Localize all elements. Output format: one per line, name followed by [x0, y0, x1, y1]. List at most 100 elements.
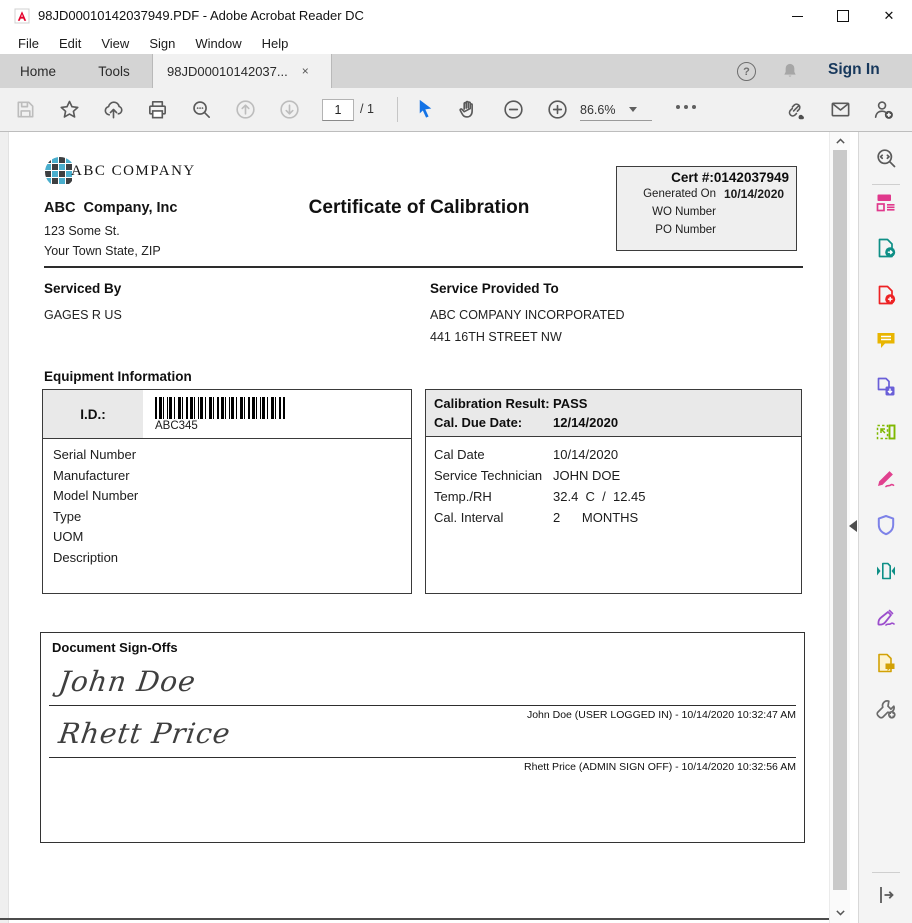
- signature-rhett-price: Rhett Price: [57, 717, 233, 750]
- calibration-details: Cal Date 10/14/2020 Service Technician J…: [426, 437, 801, 528]
- sign-in-button[interactable]: Sign In: [828, 61, 880, 79]
- calibration-header: Calibration Result: PASS Cal. Due Date: …: [426, 390, 801, 437]
- maximize-button[interactable]: [820, 0, 866, 32]
- tools-sidebar: [858, 132, 912, 923]
- notifications-bell-icon[interactable]: [780, 61, 800, 81]
- service-technician-row: Service Technician JOHN DOE: [426, 465, 801, 486]
- customize-toolbar-icon[interactable]: [874, 190, 898, 214]
- page-number-input[interactable]: 1: [322, 99, 354, 121]
- page-bottom-edge: [0, 918, 850, 920]
- create-pdf-icon[interactable]: [874, 283, 898, 307]
- more-tools-icon[interactable]: [676, 105, 696, 109]
- send-for-comments-icon[interactable]: [874, 651, 898, 675]
- add-contact-icon[interactable]: [872, 98, 895, 121]
- po-number-row: PO Number: [617, 221, 796, 239]
- tab-close-icon[interactable]: ×: [302, 64, 309, 78]
- field-uom: UOM: [53, 527, 411, 548]
- cal-interval-row: Cal. Interval 2 MONTHS: [426, 507, 801, 528]
- maximize-icon: [837, 10, 849, 22]
- cert-number: 0142037949: [714, 170, 789, 185]
- star-icon[interactable]: [58, 98, 81, 121]
- cert-number-box: Cert #:0142037949 Generated On 10/14/202…: [616, 166, 797, 251]
- temp-rh-row: Temp./RH 32.4 C / 12.45: [426, 486, 801, 507]
- hand-tool-icon[interactable]: [457, 98, 480, 121]
- sign-offs-box: Document Sign-Offs John Doe John Doe (US…: [40, 632, 805, 843]
- pdf-page: ABC COMPANY ABC Company, Inc 123 Some St…: [9, 132, 829, 923]
- equipment-info-heading: Equipment Information: [44, 369, 192, 384]
- sidebar-divider-bottom: [872, 872, 900, 873]
- generated-on-row: Generated On 10/14/2020: [617, 185, 796, 203]
- tab-home[interactable]: Home: [0, 54, 76, 88]
- print-icon[interactable]: [146, 98, 169, 121]
- scroll-down-icon[interactable]: [834, 906, 847, 919]
- share-link-icon[interactable]: [784, 98, 807, 121]
- chevron-down-icon: [629, 107, 637, 112]
- calibration-result-value: PASS: [553, 394, 587, 413]
- export-pdf-icon[interactable]: [874, 236, 898, 260]
- signature-john-doe: John Doe: [57, 665, 199, 698]
- menu-item-edit[interactable]: Edit: [49, 36, 91, 51]
- acrobat-window: 98JD00010142037949.PDF - Adobe Acrobat R…: [0, 0, 912, 923]
- previous-page-icon[interactable]: [234, 98, 257, 121]
- search-tools-icon[interactable]: [874, 146, 898, 170]
- serviced-by-value: GAGES R US: [44, 308, 122, 322]
- service-provided-to-line2: 441 16TH STREET NW: [430, 330, 562, 344]
- calibration-result-row: Calibration Result: PASS: [426, 394, 801, 413]
- tab-bar: Home Tools 98JD00010142037... × ? Sign I…: [0, 54, 912, 88]
- field-model-number: Model Number: [53, 486, 411, 507]
- company-address-1: 123 Some St.: [44, 224, 120, 238]
- zoom-out-icon[interactable]: [502, 98, 525, 121]
- sign-offs-heading: Document Sign-Offs: [52, 640, 178, 655]
- cal-due-date-value: 12/14/2020: [553, 413, 618, 432]
- page-count-label: / 1: [360, 102, 374, 116]
- menu-item-sign[interactable]: Sign: [139, 36, 185, 51]
- fill-sign-icon[interactable]: [874, 466, 898, 490]
- combine-files-icon[interactable]: [874, 375, 898, 399]
- sidebar-divider: [872, 184, 900, 185]
- minimize-icon: [792, 16, 803, 17]
- more-tools-icon[interactable]: [874, 697, 898, 721]
- certificates-icon[interactable]: [874, 605, 898, 629]
- compress-pdf-icon[interactable]: [874, 559, 898, 583]
- id-label: I.D.:: [43, 390, 143, 438]
- select-tool-cursor-icon[interactable]: [414, 98, 437, 121]
- save-icon[interactable]: [14, 98, 37, 121]
- tab-document[interactable]: 98JD00010142037... ×: [152, 54, 332, 88]
- comment-icon[interactable]: [874, 328, 898, 352]
- tab-tools[interactable]: Tools: [76, 54, 152, 88]
- zoom-in-icon[interactable]: [546, 98, 569, 121]
- signature-line-2: [49, 757, 796, 758]
- cal-date-row: Cal Date 10/14/2020: [426, 444, 801, 465]
- open-tools-panel-icon[interactable]: [874, 883, 898, 907]
- help-icon[interactable]: ?: [737, 62, 756, 81]
- scroll-up-icon[interactable]: [834, 135, 847, 148]
- main-toolbar: 1 / 1 86.6%: [0, 88, 912, 132]
- sign-off-caption-2: Rhett Price (ADMIN SIGN OFF) - 10/14/202…: [49, 761, 796, 773]
- logo-text: ABC COMPANY: [71, 163, 196, 180]
- next-page-icon[interactable]: [278, 98, 301, 121]
- vertical-scrollbar[interactable]: [829, 132, 850, 923]
- cert-number-line: Cert #:0142037949: [617, 170, 796, 185]
- barcode-image: [155, 397, 285, 419]
- email-icon[interactable]: [829, 98, 852, 121]
- menu-item-file[interactable]: File: [8, 36, 49, 51]
- close-button[interactable]: ✕: [866, 0, 912, 32]
- scan-ocr-icon[interactable]: [874, 420, 898, 444]
- field-description: Description: [53, 548, 411, 569]
- menu-item-help[interactable]: Help: [252, 36, 299, 51]
- zoom-level-dropdown[interactable]: 86.6%: [580, 99, 652, 121]
- header-divider: [44, 266, 803, 268]
- barcode-value: ABC345: [155, 420, 198, 432]
- field-type: Type: [53, 507, 411, 528]
- equipment-box: I.D.: ABC345 Serial Number Manufacturer …: [42, 389, 412, 594]
- share-cloud-icon[interactable]: [102, 98, 125, 121]
- scrollbar-thumb[interactable]: [833, 150, 847, 890]
- menu-item-window[interactable]: Window: [185, 36, 251, 51]
- equipment-fields: Serial Number Manufacturer Model Number …: [43, 439, 411, 568]
- equipment-header: I.D.: ABC345: [43, 390, 411, 439]
- protect-icon[interactable]: [874, 513, 898, 537]
- search-icon[interactable]: [190, 98, 213, 121]
- field-manufacturer: Manufacturer: [53, 466, 411, 487]
- menu-item-view[interactable]: View: [91, 36, 139, 51]
- minimize-button[interactable]: [774, 0, 820, 32]
